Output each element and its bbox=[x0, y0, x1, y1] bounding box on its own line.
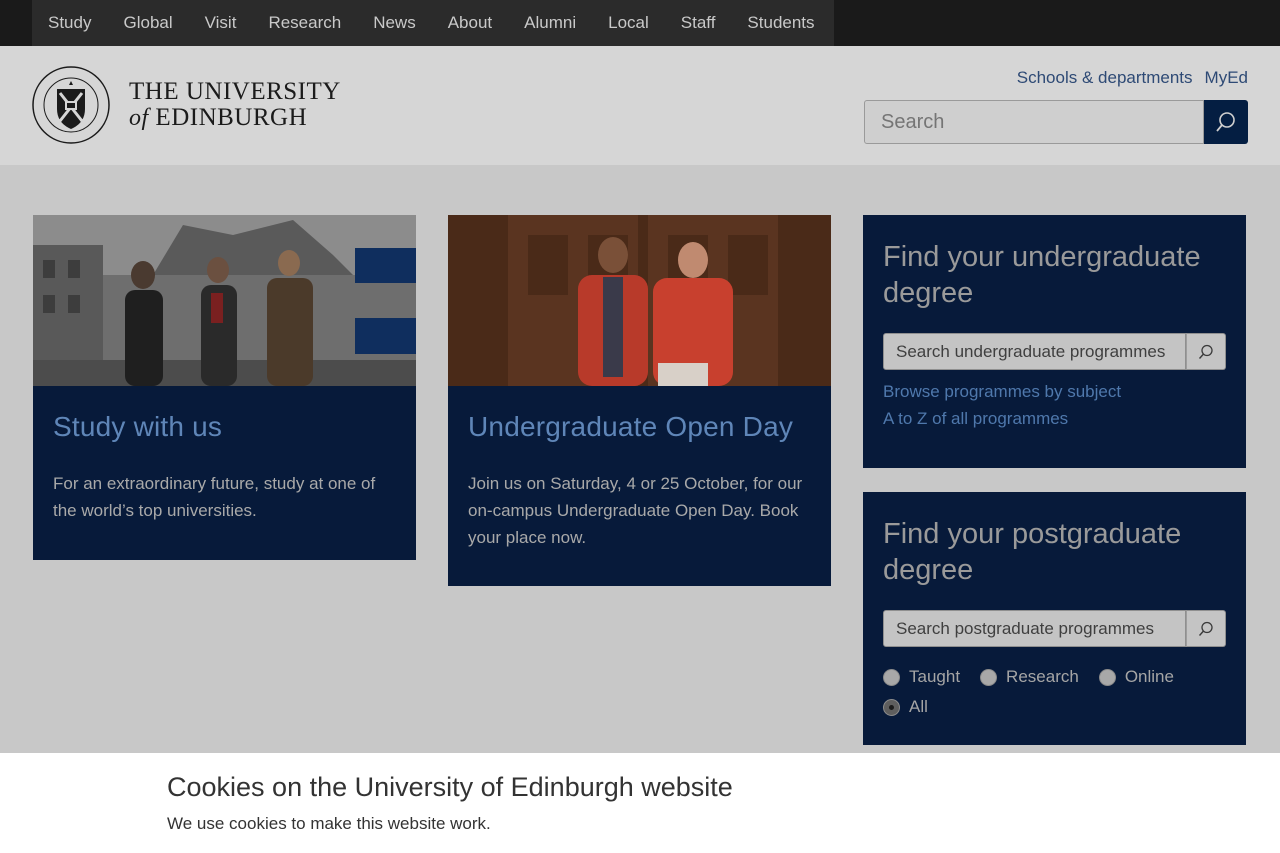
university-seal-icon bbox=[32, 66, 110, 144]
open-day-photo bbox=[448, 215, 831, 386]
schools-departments-link[interactable]: Schools & departments bbox=[1017, 68, 1193, 88]
card-open-day[interactable]: Undergraduate Open Day Join us on Saturd… bbox=[448, 215, 831, 586]
nav-students[interactable]: Students bbox=[731, 0, 830, 46]
radio-label: All bbox=[909, 697, 928, 716]
card-study-with-us[interactable]: Study with us For an extraordinary futur… bbox=[33, 215, 416, 560]
card-title[interactable]: Study with us bbox=[53, 411, 222, 443]
nav-about[interactable]: About bbox=[432, 0, 508, 46]
wordmark-of: of bbox=[129, 105, 149, 131]
radio-dot-selected[interactable] bbox=[883, 698, 900, 716]
wordmark-edinburgh: EDINBURGH bbox=[155, 104, 308, 131]
undergraduate-search: Search undergraduate programmes bbox=[883, 333, 1226, 370]
radio-research[interactable]: Research bbox=[980, 667, 1079, 687]
programme-type-radios-row2: All bbox=[883, 697, 948, 717]
nav-visit[interactable]: Visit bbox=[189, 0, 253, 46]
postgraduate-search-input[interactable]: Search postgraduate programmes bbox=[883, 610, 1186, 647]
radio-dot[interactable] bbox=[1098, 668, 1116, 686]
undergraduate-search-button[interactable] bbox=[1186, 333, 1226, 370]
postgraduate-search-button[interactable] bbox=[1186, 610, 1226, 647]
wordmark-line1: THE UNIVERSITY bbox=[129, 78, 341, 105]
card-title[interactable]: Undergraduate Open Day bbox=[468, 411, 793, 443]
search-icon bbox=[1198, 344, 1213, 359]
postgraduate-search: Search postgraduate programmes bbox=[883, 610, 1226, 647]
nav-local[interactable]: Local bbox=[592, 0, 665, 46]
site-search bbox=[864, 100, 1248, 144]
top-nav: Study Global Visit Research News About A… bbox=[32, 0, 834, 46]
radio-label: Taught bbox=[909, 667, 961, 686]
nav-alumni[interactable]: Alumni bbox=[508, 0, 592, 46]
card-text: Join us on Saturday, 4 or 25 October, fo… bbox=[468, 474, 803, 547]
cookie-banner-text: We use cookies to make this website work… bbox=[167, 814, 491, 833]
radio-dot[interactable] bbox=[883, 668, 900, 686]
radio-label: Research bbox=[1006, 667, 1079, 686]
nav-study[interactable]: Study bbox=[32, 0, 107, 46]
browse-by-subject-link[interactable]: Browse programmes by subject bbox=[883, 382, 1121, 402]
radio-label: Online bbox=[1124, 667, 1174, 686]
top-bar: Study Global Visit Research News About A… bbox=[0, 0, 1280, 46]
cookie-banner: Cookies on the University of Edinburgh w… bbox=[0, 753, 1280, 853]
search-icon bbox=[1216, 112, 1235, 132]
site-header: THE UNIVERSITY of EDINBURGH Schools & de… bbox=[0, 46, 1280, 165]
radio-online[interactable]: Online bbox=[1098, 667, 1174, 687]
search-icon bbox=[1198, 621, 1213, 636]
utility-links: Schools & departments MyEd bbox=[1017, 68, 1248, 88]
postgraduate-finder: Find your postgraduate degree Search pos… bbox=[863, 492, 1246, 745]
undergraduate-search-input[interactable]: Search undergraduate programmes bbox=[883, 333, 1186, 370]
radio-dot[interactable] bbox=[980, 668, 998, 686]
a-to-z-link[interactable]: A to Z of all programmes bbox=[883, 409, 1068, 429]
postgraduate-finder-title: Find your postgraduate degree bbox=[883, 518, 1182, 586]
wordmark: THE UNIVERSITY of EDINBURGH bbox=[129, 78, 341, 132]
myed-link[interactable]: MyEd bbox=[1205, 68, 1248, 88]
cookie-banner-title: Cookies on the University of Edinburgh w… bbox=[167, 772, 733, 802]
university-logo[interactable]: THE UNIVERSITY of EDINBURGH bbox=[31, 65, 371, 147]
students-photo bbox=[33, 215, 416, 386]
undergraduate-finder-title: Find your undergraduate degree bbox=[883, 241, 1201, 309]
undergraduate-finder: Find your undergraduate degree Search un… bbox=[863, 215, 1246, 468]
programme-type-radios: Taught Research Online bbox=[883, 667, 1194, 687]
nav-staff[interactable]: Staff bbox=[665, 0, 732, 46]
nav-research[interactable]: Research bbox=[252, 0, 357, 46]
nav-news[interactable]: News bbox=[357, 0, 432, 46]
site-search-button[interactable] bbox=[1204, 100, 1248, 144]
site-search-input[interactable] bbox=[864, 100, 1204, 144]
card-text: For an extraordinary future, study at on… bbox=[53, 474, 376, 520]
radio-all[interactable]: All bbox=[883, 697, 928, 717]
radio-taught[interactable]: Taught bbox=[883, 667, 960, 687]
wordmark-line2: of EDINBURGH bbox=[129, 104, 341, 132]
nav-global[interactable]: Global bbox=[107, 0, 188, 46]
